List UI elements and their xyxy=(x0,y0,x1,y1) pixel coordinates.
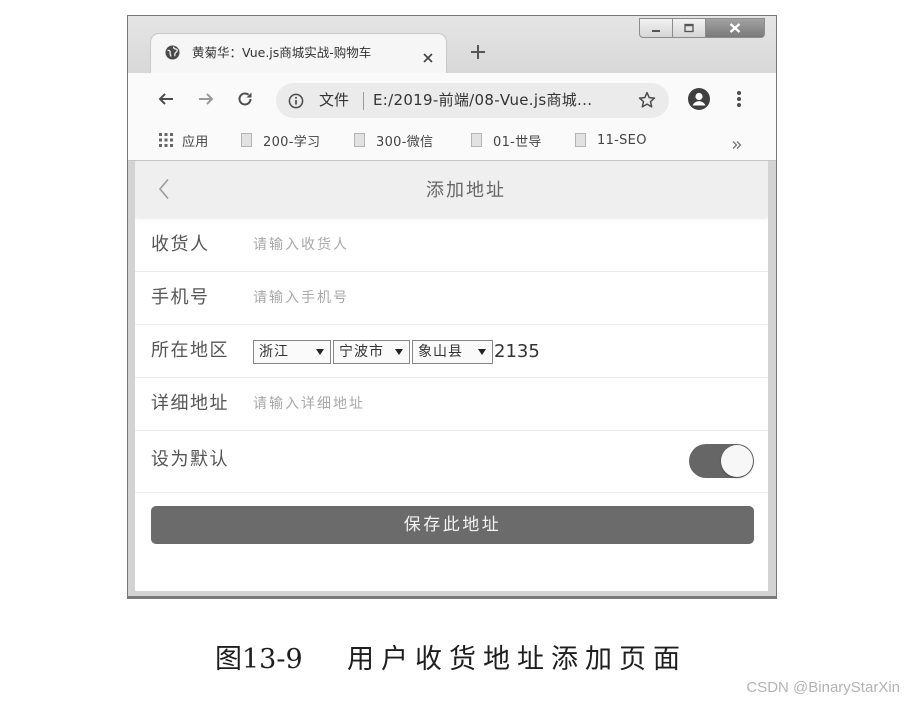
apps-grid-icon xyxy=(159,133,173,147)
page-title: 添加地址 xyxy=(426,180,506,201)
new-tab-plus-icon[interactable] xyxy=(470,44,486,60)
county-select[interactable]: 象山县 xyxy=(412,340,493,364)
bookmark-label: 11-SEO xyxy=(597,132,647,148)
bookmark-label: 01-世导 xyxy=(493,134,542,150)
star-icon[interactable] xyxy=(638,91,656,109)
browser-tab[interactable]: 黄菊华：Vue.js商城实战-购物车 xyxy=(150,33,447,74)
bookmark-item[interactable]: 200-学习 xyxy=(241,126,320,154)
chevron-left-icon[interactable] xyxy=(158,178,170,200)
city-select[interactable]: 宁波市 xyxy=(333,340,410,364)
bookmark-item[interactable]: 300-微信 xyxy=(354,126,433,154)
city-value: 宁波市 xyxy=(339,344,384,360)
page-header: 添加地址 xyxy=(135,161,768,217)
dropdown-arrow-icon xyxy=(316,349,324,355)
bookmarks-bar: 应用 200-学习 300-微信 01-世导 11-SEO xyxy=(128,126,776,161)
account-icon[interactable] xyxy=(688,88,710,110)
save-address-button[interactable]: 保存此地址 xyxy=(151,506,754,544)
bookmark-page-icon xyxy=(241,133,252,147)
phone-row: 手机号 xyxy=(135,272,768,325)
bookmark-page-icon xyxy=(575,133,586,147)
address-separator xyxy=(363,92,364,110)
tab-strip: 黄菊华：Vue.js商城实战-购物车 xyxy=(128,16,776,74)
region-label: 所在地区 xyxy=(151,340,229,361)
close-window-button[interactable] xyxy=(705,18,765,38)
area-code: 2135 xyxy=(494,341,540,362)
figure-caption: 用户收货地址添加页面 xyxy=(347,644,687,675)
bookmark-label: 200-学习 xyxy=(263,134,321,150)
close-icon xyxy=(729,23,741,33)
arrow-right-icon[interactable] xyxy=(197,90,215,108)
minimize-button[interactable] xyxy=(639,18,673,38)
double-chevron-right-icon[interactable] xyxy=(732,135,742,149)
bookmark-label: 300-微信 xyxy=(376,134,434,150)
default-address-toggle[interactable] xyxy=(689,444,754,478)
figure-number: 图13-9 xyxy=(215,644,303,675)
url-scheme-label: 文件 xyxy=(319,91,350,109)
phone-label: 手机号 xyxy=(151,287,210,308)
address-bar[interactable]: 文件 E:/2019-前端/08-Vue.js商城... xyxy=(276,83,669,118)
dropdown-arrow-icon xyxy=(478,349,486,355)
browser-window: 黄菊华：Vue.js商城实战-购物车 文件 E:/2019-前端/08-Vue.… xyxy=(127,15,777,599)
bookmark-page-icon xyxy=(354,133,365,147)
province-value: 浙江 xyxy=(259,344,289,360)
info-icon[interactable] xyxy=(288,93,304,109)
toggle-knob xyxy=(721,445,753,477)
receiver-label: 收货人 xyxy=(151,234,210,255)
detail-address-input[interactable] xyxy=(253,393,673,415)
receiver-input[interactable] xyxy=(253,234,673,256)
globe-icon xyxy=(165,45,180,60)
bookmark-item[interactable]: 11-SEO xyxy=(575,126,647,154)
county-value: 象山县 xyxy=(418,344,463,360)
maximize-icon xyxy=(684,23,694,33)
region-row: 所在地区 浙江 宁波市 象山县 2135 xyxy=(135,325,768,378)
close-tab-icon[interactable] xyxy=(423,48,433,63)
maximize-button[interactable] xyxy=(672,18,706,38)
bookmark-page-icon xyxy=(471,133,482,147)
tab-title: 黄菊华：Vue.js商城实战-购物车 xyxy=(192,45,372,60)
phone-input[interactable] xyxy=(253,287,673,309)
receiver-row: 收货人 xyxy=(135,219,768,272)
dropdown-arrow-icon xyxy=(395,349,403,355)
detail-label: 详细地址 xyxy=(151,393,229,414)
detail-row: 详细地址 xyxy=(135,378,768,431)
bookmark-label: 应用 xyxy=(182,134,209,150)
browser-toolbar: 文件 E:/2019-前端/08-Vue.js商城... xyxy=(128,73,776,126)
watermark: CSDN @BinaryStarXin xyxy=(746,679,900,696)
url-text[interactable]: E:/2019-前端/08-Vue.js商城... xyxy=(373,83,631,118)
bookmark-item[interactable]: 01-世导 xyxy=(471,126,542,154)
minimize-icon xyxy=(652,30,660,32)
page-viewport: 添加地址 收货人 手机号 所在地区 浙江 宁波市 象山县 2135 xyxy=(135,161,768,591)
bookmark-apps[interactable]: 应用 xyxy=(159,126,209,154)
more-vert-icon[interactable] xyxy=(737,90,741,108)
default-label: 设为默认 xyxy=(151,449,229,470)
reload-icon[interactable] xyxy=(236,90,254,108)
default-row: 设为默认 xyxy=(135,431,768,493)
province-select[interactable]: 浙江 xyxy=(253,340,331,364)
arrow-left-icon[interactable] xyxy=(157,90,175,108)
